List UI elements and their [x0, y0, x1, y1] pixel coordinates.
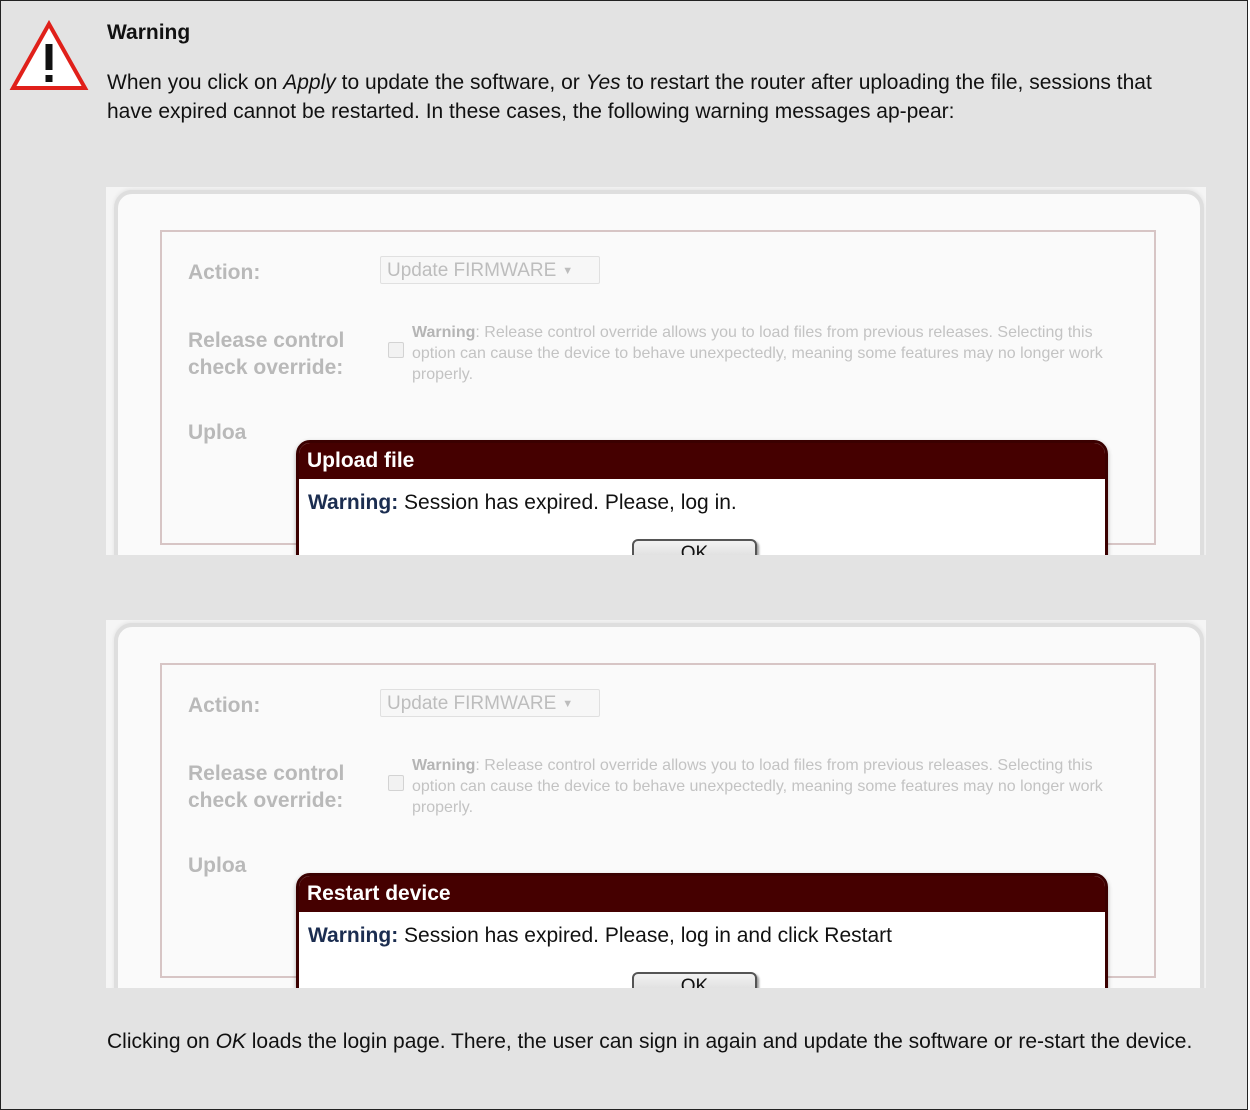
- screenshot-upload-file: Action: Update FIRMWARE ▼ Release control…: [106, 187, 1206, 555]
- release-override-checkbox[interactable]: [388, 342, 404, 358]
- note-title: Warning: [107, 21, 191, 44]
- panel-card: Action: Update FIRMWARE ▼ Release control…: [114, 623, 1204, 988]
- dialog-message: Warning: Session has expired. Please, lo…: [308, 491, 737, 514]
- action-select[interactable]: Update FIRMWARE ▼: [380, 689, 600, 717]
- upload-label: Uploa: [188, 421, 247, 444]
- form-frame: Action: Update FIRMWARE ▼ Release control…: [160, 230, 1156, 555]
- upload-label: Uploa: [188, 854, 247, 877]
- ok-button[interactable]: OK: [632, 972, 757, 988]
- dialog-message: Warning: Session has expired. Please, lo…: [308, 924, 892, 947]
- dropdown-arrow-icon: ▼: [562, 698, 574, 710]
- action-label: Action:: [188, 261, 261, 284]
- upload-file-dialog: Upload file Warning: Session has expired…: [296, 440, 1108, 555]
- ok-term: OK: [215, 1030, 246, 1053]
- release-override-label: Release control check override:: [188, 329, 345, 379]
- warning-triangle-icon: [9, 20, 89, 90]
- form-frame: Action: Update FIRMWARE ▼ Release control…: [160, 663, 1156, 988]
- warning-note: Warning When you click on Apply to updat…: [0, 0, 1248, 1110]
- action-select[interactable]: Update FIRMWARE ▼: [380, 256, 600, 284]
- dropdown-arrow-icon: ▼: [562, 265, 574, 277]
- override-warning-text: Warning: Release control override allows…: [412, 324, 1103, 383]
- override-warning-text: Warning: Release control override allows…: [412, 757, 1103, 816]
- dialog-title: Restart device: [299, 876, 1105, 912]
- action-label: Action:: [188, 694, 261, 717]
- yes-term: Yes: [585, 71, 621, 94]
- note-intro: When you click on Apply to update the so…: [107, 71, 1152, 123]
- panel-card: Action: Update FIRMWARE ▼ Release control…: [114, 190, 1204, 555]
- dialog-title: Upload file: [299, 443, 1105, 479]
- ok-button[interactable]: OK: [632, 539, 757, 555]
- screenshot-restart-device: Action: Update FIRMWARE ▼ Release control…: [106, 620, 1206, 988]
- release-override-label: Release control check override:: [188, 762, 345, 812]
- note-footer: Clicking on OK loads the login page. The…: [107, 1030, 1193, 1053]
- release-override-checkbox[interactable]: [388, 775, 404, 791]
- apply-term: Apply: [283, 71, 336, 94]
- restart-device-dialog: Restart device Warning: Session has expi…: [296, 873, 1108, 988]
